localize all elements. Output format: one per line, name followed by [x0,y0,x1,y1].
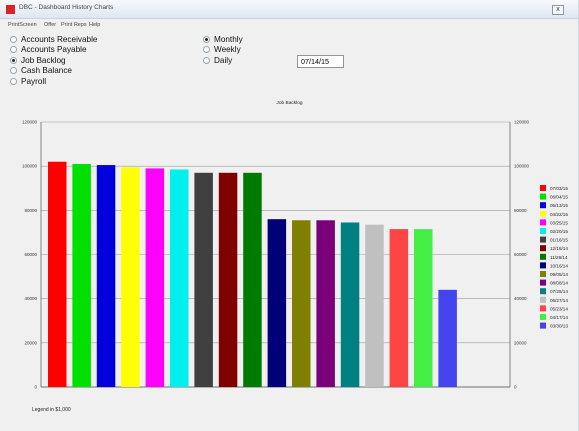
legend-label: 09/05/14 [550,272,568,277]
legend-swatch [540,210,546,217]
legend-swatch [540,228,546,234]
y-tick-left: 100000 [22,164,38,169]
legend-swatch [540,296,546,303]
y-tick-left: 0 [34,385,37,390]
y-tick-left: 120000 [22,120,38,125]
legend-label: 05/23/14 [550,306,568,311]
bar-07-25-14 [340,222,360,387]
legend-label: 01/16/15 [550,238,568,243]
legend-label: 03/30/13 [550,324,568,329]
legend-label: 08/08/14 [550,281,568,286]
legend-label: 04/17/14 [550,315,568,320]
job-backlog-chart: 0 0 20000 20000 40000 40000 60000 60000 80000 800… [22,120,568,390]
bar-07-03-15 [48,161,67,387]
legend-label: 06/04/15 [550,195,568,200]
y-tick-right: 60000 [514,252,527,257]
legend-swatch [540,193,546,200]
legend-swatch [540,305,546,312]
bar-05-23-14 [389,229,409,387]
y-tick-left: 60000 [24,252,37,257]
legend-label: 07/25/14 [550,289,568,294]
legend-swatch [540,219,546,226]
legend-swatch [540,253,546,260]
legend-label: 07/03/15 [550,186,568,191]
legend-label: 05/13/15 [550,203,568,208]
y-tick-left: 80000 [24,208,37,213]
bar-11-26-14 [243,172,262,387]
bar-04-22-15 [121,167,140,387]
y-tick-right: 0 [514,385,517,390]
bar-12-16-14 [218,172,238,387]
legend-label: 02/20/15 [550,229,568,234]
legend-label: 04/22/15 [550,212,568,217]
legend-swatch [540,236,546,243]
y-tick-left: 20000 [24,340,37,345]
bar-03-30-13 [438,289,457,387]
y-tick-right: 120000 [514,120,530,125]
bar-01-16-15 [194,172,213,387]
bar-06-04-15 [72,163,91,387]
bar-08-08-14 [316,220,335,387]
legend-swatch [540,279,546,286]
bar-04-17-14 [414,229,433,387]
y-tick-right: 80000 [514,208,527,213]
legend-swatch [540,185,546,191]
legend-label: 06/27/14 [550,298,568,303]
bar-09-05-14 [292,220,311,387]
legend-swatch [540,314,546,320]
y-tick-right: 20000 [514,340,527,345]
y-tick-right: 100000 [514,164,530,169]
y-tick-left: 40000 [24,296,37,301]
legend-label: 11/26/14 [550,255,568,260]
bar-03-25-15 [145,168,165,387]
bar-06-27-14 [365,224,384,387]
legend-swatch [540,202,546,209]
legend-label: 10/16/14 [550,263,568,268]
legend-label: 12/16/14 [550,246,568,251]
legend-swatch [540,322,546,329]
legend-swatch [540,245,546,252]
bar-10-16-14 [267,219,287,387]
legend-swatch [540,262,546,269]
legend-label: 03/25/15 [550,220,568,225]
legend-note: Legend in $1,000 [32,407,71,413]
bar-05-13-15 [96,165,116,387]
bar-02-20-15 [170,169,189,387]
legend-swatch [540,288,546,295]
legend-swatch [540,271,546,277]
y-tick-right: 40000 [514,296,527,301]
